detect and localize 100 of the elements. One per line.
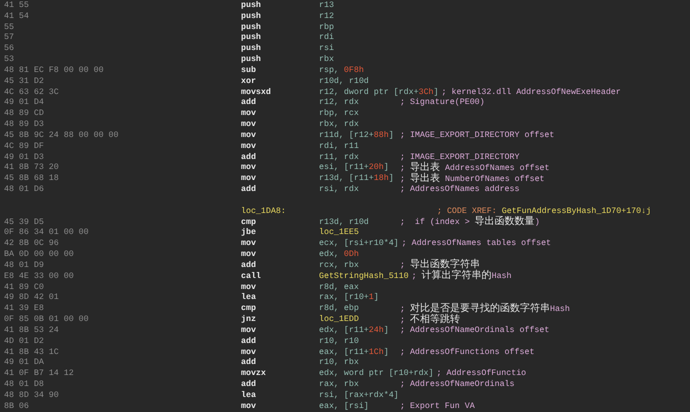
operand-text: r12: [319, 12, 334, 23]
operand-text: rsi: [319, 44, 334, 55]
operand-text: rax, rbx: [319, 380, 359, 391]
operand-text: edx, word ptr [r10+rdx]: [319, 369, 434, 380]
opcode-bytes: 48 01 D8: [4, 380, 44, 391]
operand-text: r11, rdx: [319, 152, 359, 163]
comment-text: ; AddressOfNameOrdinals: [400, 380, 515, 391]
operand-text: r10, rbx: [319, 358, 359, 369]
operand-text: rbp, rcx: [319, 109, 359, 120]
opcode-bytes: 41 8B 73 20: [4, 163, 59, 174]
code-label: loc_1DA8:: [241, 206, 287, 218]
opcode-bytes: 41 89 C0: [4, 282, 44, 294]
operand-text: rax, [r10+1]: [319, 293, 379, 304]
comment-text: ; AddressOfNameOrdinals offset: [400, 326, 550, 337]
mnemonic-text: push: [241, 12, 261, 23]
opcode-bytes: 45 8B 9C 24 88 00 00 00: [4, 130, 119, 142]
operand-text: loc_1EDD: [319, 315, 359, 326]
mnemonic-text: mov: [241, 163, 256, 174]
mnemonic-text: add: [241, 152, 256, 164]
comment-text: ; 对比是否是要寻找的函数字符串Hash: [400, 304, 570, 314]
opcode-bytes: 4D 01 D2: [4, 336, 44, 348]
opcode-bytes: 4C 89 DF: [4, 142, 44, 153]
operand-text: rbx: [319, 55, 334, 66]
mnemonic-text: add: [241, 336, 256, 348]
operand-text: rbp: [319, 22, 334, 33]
operand-text: eax, [rsi]: [319, 402, 369, 412]
mnemonic-text: movzx: [241, 369, 266, 380]
operand-text: r12, rdx: [319, 98, 359, 109]
mnemonic-text: push: [241, 44, 261, 55]
mnemonic-text: jbe: [241, 228, 256, 240]
mnemonic-text: mov: [241, 142, 256, 153]
mnemonic-text: add: [241, 98, 256, 110]
opcode-bytes: 45 39 D5: [4, 218, 44, 228]
operand-text: rsi, rdx: [319, 185, 359, 196]
mnemonic-text: push: [241, 1, 261, 12]
mnemonic-text: mov: [241, 348, 256, 358]
opcode-bytes: 4C 63 62 3C: [4, 88, 59, 98]
operand-text: r13d, [r11+18h]: [319, 174, 394, 185]
mnemonic-text: add: [241, 380, 256, 391]
opcode-bytes: 48 81 EC F8 00 00 00: [4, 66, 104, 77]
opcode-bytes: 41 8B 43 1C: [4, 348, 59, 358]
mnemonic-text: push: [241, 33, 261, 44]
opcode-bytes: 55: [4, 22, 14, 34]
opcode-bytes: 41 39 E8: [4, 304, 44, 316]
mnemonic-text: movsxd: [241, 88, 271, 98]
opcode-bytes: 41 54: [4, 12, 29, 23]
operand-text: esi, [r11+20h]: [319, 163, 389, 174]
opcode-bytes: BA 0D 00 00 00: [4, 250, 74, 261]
operand-text: r12, dword ptr [rdx+3Ch]: [319, 88, 439, 98]
opcode-bytes: 57: [4, 33, 14, 44]
operand-text: rsp, 0F8h: [319, 66, 364, 77]
opcode-bytes: 41 0F B7 14 12: [4, 369, 74, 380]
operand-text: r8d, ebp: [319, 304, 359, 315]
operand-text: ecx, [rsi+r10*4]: [319, 239, 399, 250]
operand-text: rdi, r11: [319, 142, 359, 153]
comment-text: ; Signature(PE00): [400, 98, 485, 110]
opcode-bytes: 45 8B 68 18: [4, 174, 59, 186]
operand-text: rbx, rdx: [319, 120, 359, 131]
mnemonic-text: mov: [241, 120, 256, 131]
mnemonic-text: jnz: [241, 315, 256, 326]
comment-text: ; 计算出字符串的Hash: [412, 271, 512, 284]
comment-text: ; 导出表 AddressOfNames offset: [400, 162, 550, 173]
mnemonic-text: add: [241, 358, 256, 370]
mnemonic-text: push: [241, 55, 261, 66]
comment-text: ; IMAGE_EXPORT_DIRECTORY offset: [400, 130, 554, 142]
comment-text: ; 不相等跳转: [400, 314, 460, 326]
comment-text: ; AddressOfNames address: [400, 185, 520, 196]
opcode-bytes: 49 01 DA: [4, 358, 44, 370]
opcode-bytes: 41 55: [4, 1, 29, 12]
comment-text: ; 导出函数字符串: [400, 260, 480, 270]
opcode-bytes: 49 8D 42 01: [4, 293, 59, 304]
mnemonic-text: mov: [241, 326, 256, 337]
mnemonic-text: lea: [241, 293, 256, 304]
mnemonic-text: mov: [241, 402, 256, 412]
operand-text: r10, r10: [319, 336, 359, 348]
mnemonic-text: mov: [241, 239, 256, 250]
mnemonic-text: add: [241, 185, 256, 196]
opcode-bytes: 48 8D 34 90: [4, 390, 59, 402]
mnemonic-text: cmp: [241, 218, 256, 228]
operand-text: r13: [319, 1, 334, 12]
operand-text: rdi: [319, 33, 334, 44]
operand-text: r11d, [r12+88h]: [319, 130, 394, 142]
mnemonic-text: mov: [241, 130, 256, 142]
comment-text: ; AddressOfFunctions offset: [400, 348, 534, 358]
opcode-bytes: 0F 85 0B 01 00 00: [4, 315, 89, 326]
comment-text: ; 导出表 NumberOfNames offset: [400, 174, 545, 185]
operand-text: rsi, [rax+rdx*4]: [319, 390, 399, 402]
operand-text: r13d, r10d: [319, 218, 369, 228]
mnemonic-text: call: [241, 272, 261, 283]
opcode-bytes: 48 01 D9: [4, 260, 44, 272]
operand-text: loc_1EE5: [319, 228, 359, 239]
operand-text: edx, 0Dh: [319, 250, 359, 261]
operand-text: edx, [r11+24h]: [319, 326, 389, 337]
comment-text: ; AddressOfNames tables offset: [402, 239, 552, 250]
opcode-bytes: 49 01 D4: [4, 98, 44, 110]
operand-text: r10d, r10d: [319, 76, 369, 88]
operand-text: rcx, rbx: [319, 260, 359, 272]
operand-text: GetStringHash_5110: [319, 272, 409, 283]
comment-text: ; if (index > 导出函数数量): [400, 217, 540, 229]
mnemonic-text: mov: [241, 250, 256, 261]
